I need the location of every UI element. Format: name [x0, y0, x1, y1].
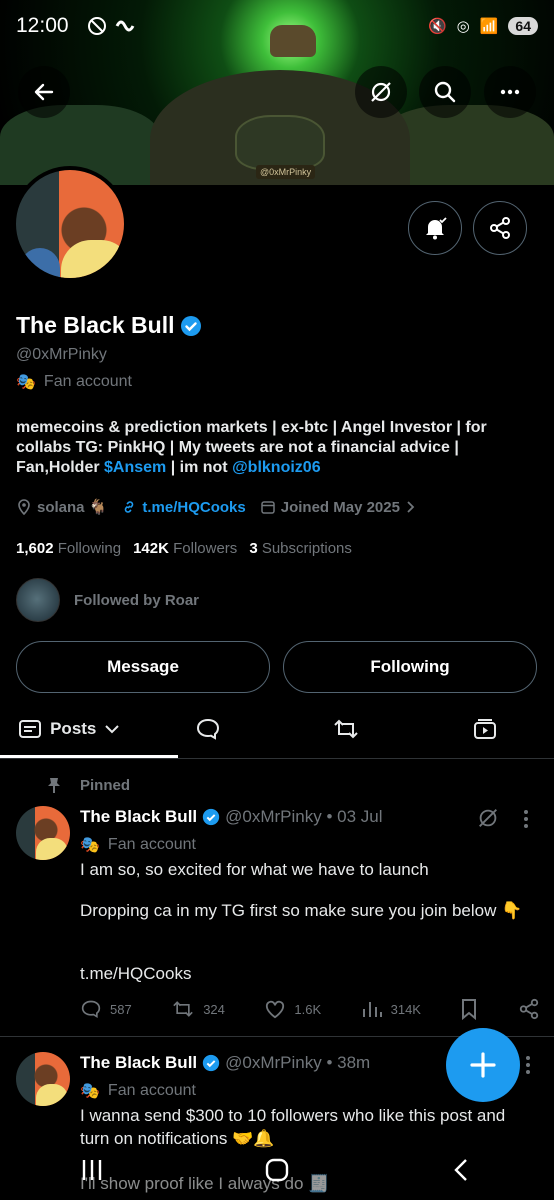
location: solana 🐐	[16, 498, 107, 516]
recents-icon[interactable]	[79, 1157, 105, 1183]
mute-icon: 🔇	[427, 18, 447, 35]
post-header: The Black Bull @0xMrPinky • 03 Jul	[80, 807, 383, 826]
post-actions: 587 324 1.6K 314K	[80, 998, 540, 1020]
plus-icon	[470, 1052, 496, 1078]
tab-replies[interactable]	[139, 717, 278, 741]
share-profile-button[interactable]	[473, 201, 527, 255]
home-icon[interactable]	[264, 1157, 290, 1183]
profile-counts: 1,602 Following 142K Followers 3 Subscri…	[16, 540, 352, 557]
repost-icon	[173, 1001, 193, 1017]
post-avatar[interactable]	[16, 1052, 70, 1106]
grok-button[interactable]	[355, 66, 407, 118]
profile-handle: @0xMrPinky	[16, 346, 107, 363]
heart-icon	[266, 1000, 285, 1019]
profile-avatar[interactable]	[12, 166, 128, 282]
tab-media[interactable]	[416, 717, 554, 741]
share-icon	[490, 217, 510, 239]
like-action[interactable]: 1.6K	[264, 999, 321, 1019]
chevron-down-icon	[105, 725, 120, 734]
post-text-line2: Dropping ca in my TG first so make sure …	[80, 901, 523, 920]
share-action[interactable]	[518, 998, 540, 1020]
post-link[interactable]: t.me/HQCooks	[80, 962, 530, 985]
subscriptions-count[interactable]: 3 Subscriptions	[249, 540, 352, 557]
posts-icon	[19, 720, 42, 738]
dnd-icon	[87, 17, 106, 35]
post-fan-label: 🎭 Fan account	[80, 836, 196, 854]
share-icon	[519, 998, 539, 1020]
followers-count[interactable]: 142K Followers	[133, 540, 237, 557]
profile-bio: memecoins & prediction markets | ex-btc …	[16, 419, 487, 476]
mention-link[interactable]: @blknoiz06	[232, 459, 321, 476]
cashtag-link[interactable]: $Ansem	[104, 459, 166, 476]
grok-post-icon[interactable]	[476, 806, 500, 835]
bookmark-icon	[462, 999, 477, 1020]
banner-tag: @0xMrPinky	[256, 165, 316, 179]
search-icon	[434, 81, 456, 103]
back-button[interactable]	[18, 66, 70, 118]
mask-icon: 🎭	[16, 374, 36, 391]
reply-action[interactable]: 587	[80, 999, 132, 1019]
verified-badge-icon	[202, 808, 220, 826]
views-chart-icon	[362, 1002, 382, 1017]
pin-icon	[46, 776, 62, 799]
post-text-line1: I am so, so excited for what we have to …	[80, 860, 429, 879]
chevron-right-icon	[407, 501, 415, 513]
views-action[interactable]: 314K	[361, 999, 421, 1019]
link-icon	[125, 501, 134, 513]
notifications-button[interactable]	[408, 201, 462, 255]
reply-icon	[81, 1000, 101, 1018]
tab-posts[interactable]: Posts	[0, 718, 139, 740]
pinned-label: Pinned	[80, 777, 131, 794]
calendar-icon	[260, 501, 275, 514]
mask-icon: 🎭	[80, 1083, 100, 1100]
tab-reposts[interactable]	[277, 717, 416, 741]
compose-button[interactable]	[446, 1028, 520, 1102]
message-button[interactable]: Message	[16, 641, 270, 693]
media-icon	[473, 719, 496, 739]
status-time: 12:00	[16, 14, 69, 37]
profile-link[interactable]: t.me/HQCooks	[121, 499, 246, 516]
repost-action[interactable]: 324	[171, 999, 225, 1019]
following-count[interactable]: 1,602 Following	[16, 540, 121, 557]
post-avatar[interactable]	[16, 806, 70, 860]
wifi-icon: 📶	[479, 18, 499, 35]
verified-badge-icon	[181, 315, 202, 336]
reply-bubble-icon	[196, 718, 219, 740]
verified-badge-icon	[202, 1054, 220, 1072]
search-button[interactable]	[419, 66, 471, 118]
profile-meta: solana 🐐 t.me/HQCooks Joined May 2025	[16, 498, 417, 516]
battery-indicator: 64	[508, 17, 538, 35]
joined-date: Joined May 2025	[260, 499, 417, 516]
repost-icon	[334, 719, 358, 739]
post-fan-label: 🎭 Fan account	[80, 1082, 196, 1100]
app-icon	[115, 20, 134, 32]
hotspot-icon: ◎	[456, 18, 470, 35]
post-menu-icon[interactable]	[522, 1054, 534, 1081]
followed-by[interactable]: Followed by Roar	[16, 578, 199, 622]
follower-avatar	[16, 578, 60, 622]
profile-name: The Black Bull	[16, 312, 202, 339]
following-button[interactable]: Following	[283, 641, 537, 693]
arrow-left-icon	[34, 83, 54, 101]
profile-tabs: Posts	[0, 700, 554, 758]
grok-icon	[371, 82, 391, 102]
back-nav-icon[interactable]	[449, 1157, 475, 1183]
more-dots-icon	[500, 89, 520, 95]
location-pin-icon	[18, 499, 30, 515]
mask-icon: 🎭	[80, 837, 100, 854]
system-nav-bar	[0, 1140, 554, 1200]
post-menu-icon[interactable]	[520, 808, 532, 835]
status-bar: 12:00 🔇 ◎ 📶 64	[0, 0, 554, 52]
bookmark-action[interactable]	[460, 998, 478, 1020]
post-header: The Black Bull @0xMrPinky • 38m	[80, 1053, 371, 1072]
fan-account-label: 🎭 Fan account	[16, 373, 132, 391]
bell-check-icon	[426, 217, 447, 240]
more-button[interactable]	[484, 66, 536, 118]
